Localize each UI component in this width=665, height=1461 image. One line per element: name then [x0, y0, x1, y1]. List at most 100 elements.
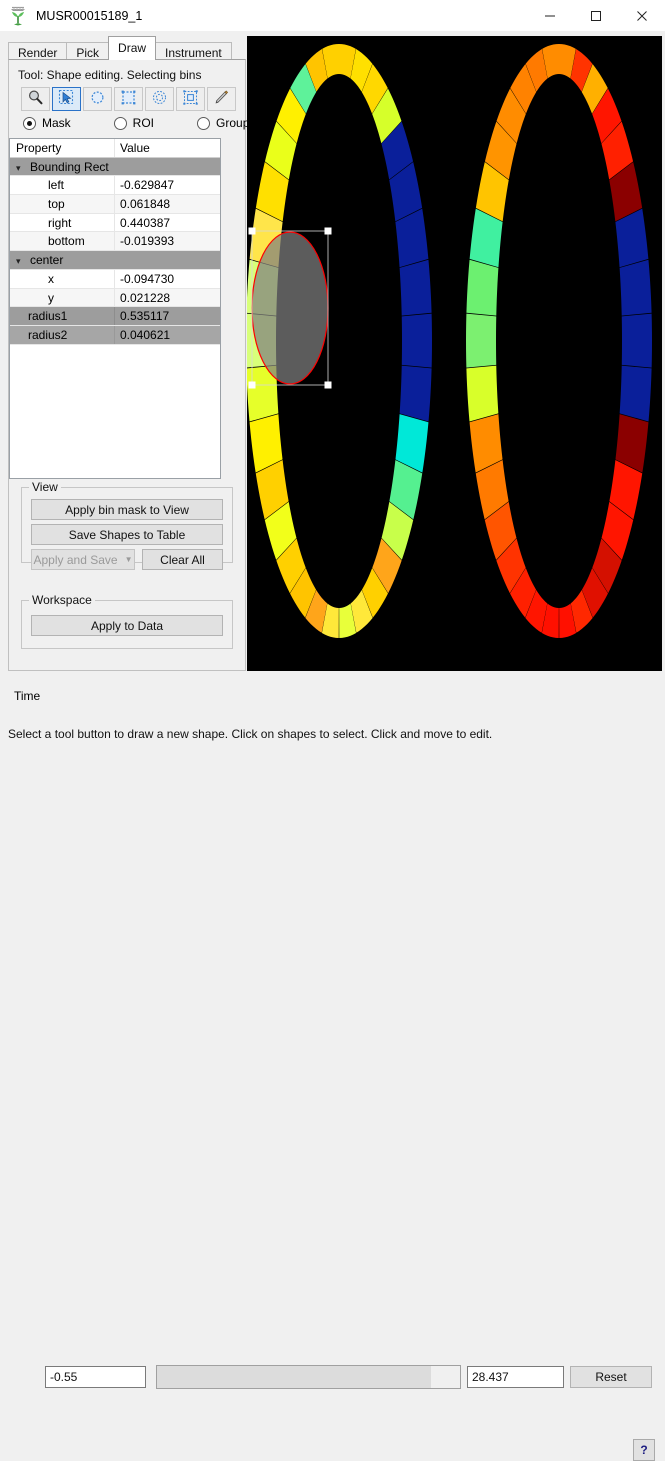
ellipse-icon — [89, 89, 106, 109]
row-property: bottom — [48, 234, 85, 249]
rectangle-icon — [120, 89, 137, 109]
rectangle-tool-button[interactable] — [114, 87, 143, 111]
detector-bin[interactable] — [621, 313, 652, 368]
handle-top-right[interactable] — [324, 227, 332, 235]
radio-mask-dot — [23, 116, 36, 130]
window-controls — [527, 0, 665, 31]
tool-status-label: Tool: Shape editing. Selecting bins — [18, 68, 202, 82]
radio-mask[interactable]: Mask — [23, 116, 71, 130]
view-group-label: View — [29, 480, 61, 494]
row-value[interactable]: -0.019393 — [114, 232, 220, 251]
mask-mode-radio-group: Mask ROI Group — [23, 116, 249, 130]
time-min-input[interactable] — [45, 1366, 146, 1388]
ring-ellipse-icon — [151, 89, 168, 109]
table-row[interactable]: top 0.061848 — [10, 195, 220, 214]
shape-property-table-empty-area — [9, 393, 221, 479]
row-property: center — [30, 253, 64, 268]
slider-handle[interactable] — [431, 1366, 460, 1388]
row-property: x — [48, 271, 54, 286]
reset-button[interactable]: Reset — [570, 1366, 652, 1388]
apply-to-data-button[interactable]: Apply to Data — [31, 615, 223, 636]
handle-bottom-left[interactable] — [248, 381, 256, 389]
table-row[interactable]: bottom -0.019393 — [10, 232, 220, 252]
table-row[interactable]: radius1 0.535117 — [10, 307, 220, 326]
table-row[interactable]: x -0.094730 — [10, 269, 220, 289]
time-max-input[interactable] — [467, 1366, 564, 1388]
ring-rectangle-tool-button[interactable] — [176, 87, 205, 111]
radio-group-label: Group — [216, 116, 250, 130]
row-value[interactable]: 0.021228 — [114, 288, 220, 307]
ellipse-outline[interactable] — [251, 231, 329, 385]
pencil-icon — [213, 89, 230, 109]
maximize-icon[interactable] — [573, 0, 619, 31]
detector-bin[interactable] — [466, 259, 499, 316]
radio-mask-label: Mask — [42, 116, 71, 130]
row-value[interactable]: -0.094730 — [114, 269, 220, 288]
apply-bin-mask-button[interactable]: Apply bin mask to View — [31, 499, 223, 520]
free-draw-tool-button[interactable] — [207, 87, 236, 111]
radio-roi-label: ROI — [132, 116, 155, 130]
detector-bin[interactable] — [466, 365, 499, 422]
mantid-plant-icon — [7, 5, 29, 27]
slider-track-fill — [157, 1366, 432, 1388]
radio-roi-dot — [113, 116, 127, 130]
instrument-viewport[interactable] — [247, 36, 662, 671]
radio-roi[interactable]: ROI — [113, 116, 155, 130]
save-shapes-to-table-button[interactable]: Save Shapes to Table — [31, 524, 223, 545]
status-bar: Select a tool button to draw a new shape… — [0, 716, 665, 1461]
instrument-view-window: MUSR00015189_1 Render Pick Draw Instrume… — [0, 0, 665, 1461]
help-button[interactable]: ? — [633, 1439, 655, 1461]
title-bar: MUSR00015189_1 — [0, 0, 665, 31]
radio-group-dot — [197, 116, 211, 130]
table-row[interactable]: ▾ Bounding Rect — [10, 157, 220, 177]
draw-panel: Tool: Shape editing. Selecting bins Mask… — [8, 59, 249, 671]
row-property: top — [48, 197, 65, 212]
handle-bottom-right[interactable] — [324, 381, 332, 389]
clear-all-button[interactable]: Clear All — [142, 549, 223, 570]
row-value[interactable]: 0.040621 — [114, 325, 220, 344]
ring-ellipse-tool-button[interactable] — [145, 87, 174, 111]
workspace-group-box: Workspace Apply to Data — [21, 593, 233, 649]
detector-bin[interactable] — [401, 313, 432, 368]
row-property: radius2 — [28, 327, 68, 342]
row-property: y — [48, 290, 54, 305]
table-row[interactable]: left -0.629847 — [10, 176, 220, 196]
close-icon[interactable] — [619, 0, 665, 31]
select-edit-tool-button[interactable] — [52, 87, 81, 111]
detector-rings-render — [247, 36, 662, 671]
status-message: Select a tool button to draw a new shape… — [8, 727, 493, 741]
row-value[interactable]: 0.440387 — [114, 213, 220, 232]
column-header-value: Value — [114, 139, 220, 157]
table-row[interactable]: y 0.021228 — [10, 288, 220, 308]
table-row[interactable]: radius2 0.040621 — [10, 325, 220, 345]
table-row[interactable]: ▾ center — [10, 251, 220, 270]
table-header-row: Property Value — [10, 139, 220, 158]
row-property: Bounding Rect — [30, 159, 109, 174]
workspace-group-label: Workspace — [29, 593, 95, 607]
time-range-slider[interactable] — [156, 1365, 461, 1389]
ellipse-tool-button[interactable] — [83, 87, 112, 111]
view-group-box: View Apply bin mask to View Save Shapes … — [21, 480, 233, 570]
zoom-tool-button[interactable] — [21, 87, 50, 111]
handle-top-left[interactable] — [248, 227, 256, 235]
column-header-property: Property — [16, 141, 62, 155]
chevron-down-icon[interactable]: ▾ — [16, 159, 30, 176]
minimize-icon[interactable] — [527, 0, 573, 31]
detector-bin[interactable] — [399, 259, 432, 316]
time-bar: Time Reset — [0, 680, 665, 1389]
detector-bin[interactable] — [619, 259, 652, 316]
detector-bin[interactable] — [619, 365, 652, 422]
shape-tool-bar — [21, 87, 238, 111]
row-value[interactable]: -0.629847 — [114, 176, 220, 195]
detector-bin[interactable] — [466, 313, 497, 368]
detector-bin[interactable] — [399, 365, 432, 422]
table-row[interactable]: right 0.440387 — [10, 213, 220, 233]
dropdown-caret-icon[interactable]: ▼ — [125, 555, 133, 564]
row-value[interactable]: 0.535117 — [114, 307, 220, 325]
row-value[interactable]: 0.061848 — [114, 195, 220, 213]
cursor-arrow-icon — [58, 89, 75, 109]
tab-draw[interactable]: Draw — [108, 36, 157, 60]
chevron-down-icon[interactable]: ▾ — [16, 252, 30, 269]
radio-group[interactable]: Group — [197, 116, 249, 130]
apply-and-save-button[interactable]: Apply and Save ▼ — [31, 549, 135, 570]
